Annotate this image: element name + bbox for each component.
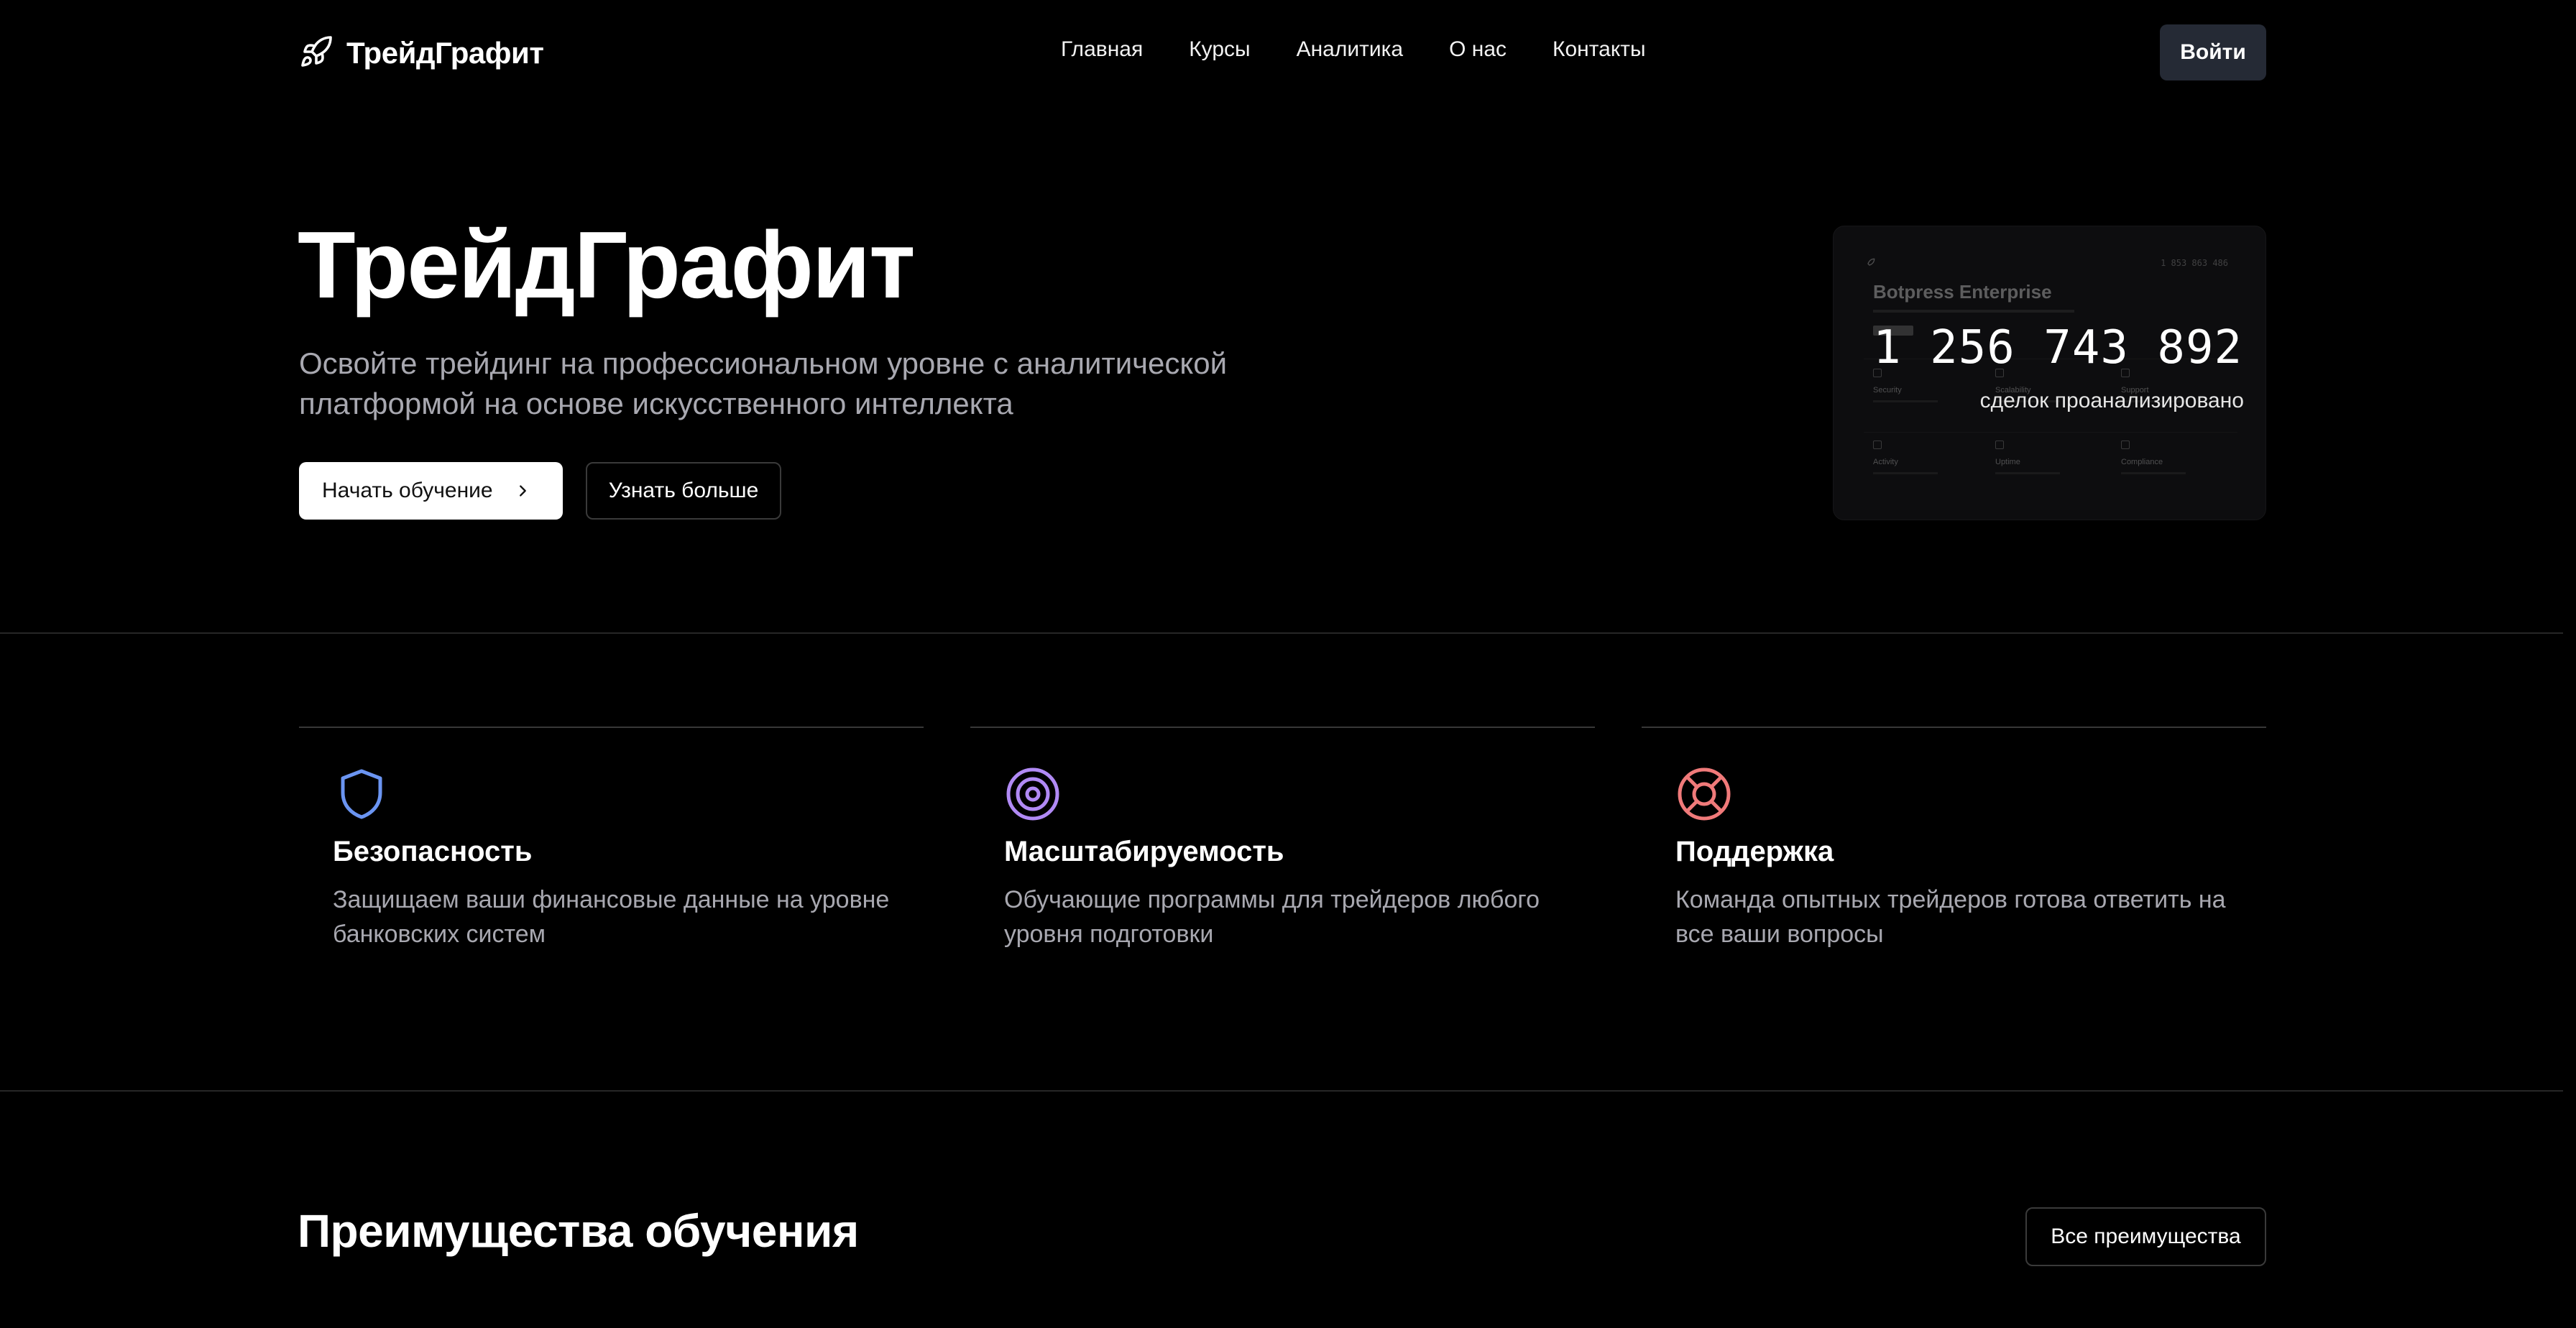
feature-text: Команда опытных трейдеров готова ответит…	[1675, 886, 2226, 948]
stats-card: Botpress Enterprise 1 853 863 486 Securi…	[1833, 226, 2266, 520]
lifebuoy-icon	[1678, 767, 1731, 821]
nav-item-contacts[interactable]: Контакты	[1552, 37, 1646, 62]
nav-item-analytics[interactable]: Аналитика	[1297, 37, 1404, 62]
top-nav: ТрейдГрафит Главная Курсы Аналитика О на…	[0, 0, 2576, 105]
section-divider	[0, 1090, 2563, 1092]
chevron-right-icon	[519, 485, 526, 497]
brand-logo[interactable]: ТрейдГрафит	[299, 33, 544, 73]
preview-cell: Compliance	[2121, 441, 2186, 474]
feature-scalability: Масштабируемость Обучающие программы для…	[970, 727, 1595, 951]
all-benefits-button[interactable]: Все преимущества	[2025, 1207, 2266, 1266]
hero-subtitle: Освойте трейдинг на профессиональном уро…	[299, 346, 1228, 420]
trades-counter-label: сделок проанализировано	[1979, 389, 2244, 412]
learn-more-button[interactable]: Узнать больше	[586, 462, 781, 520]
feature-title: Безопасность	[333, 836, 533, 867]
benefits-title: Преимущества обучения	[298, 1205, 859, 1257]
rocket-icon	[299, 34, 334, 73]
nav-item-home[interactable]: Главная	[1061, 37, 1143, 62]
preview-cell: Activity	[1873, 441, 1938, 474]
login-button[interactable]: Войти	[2160, 24, 2266, 80]
shield-icon	[341, 769, 382, 819]
main-menu: Главная Курсы Аналитика О нас Контакты	[1061, 37, 1646, 62]
target-icon	[1006, 767, 1059, 821]
preview-subtitle-line	[1873, 310, 2074, 313]
preview-cell: Uptime	[1995, 441, 2060, 474]
feature-title: Поддержка	[1675, 836, 1834, 867]
feature-title: Масштабируемость	[1004, 836, 1284, 867]
preview-divider	[1864, 432, 2237, 433]
preview-title: Botpress Enterprise	[1873, 281, 2052, 303]
preview-number: 1 853 863 486	[2161, 258, 2228, 268]
start-learning-button[interactable]: Начать обучение	[299, 462, 563, 520]
rocket-icon	[1867, 258, 1875, 266]
section-divider	[0, 632, 2563, 634]
feature-security: Безопасность Защищаем ваши финансовые да…	[299, 727, 924, 951]
start-learning-label: Начать обучение	[322, 479, 493, 502]
feature-text: Защищаем ваши финансовые данные на уровн…	[333, 886, 890, 948]
nav-item-about[interactable]: О нас	[1449, 37, 1506, 62]
feature-support: Поддержка Команда опытных трейдеров гото…	[1642, 727, 2266, 951]
brand-name: ТрейдГрафит	[346, 36, 544, 70]
trades-counter: 1 256 743 892	[1873, 321, 2242, 374]
hero-title: ТрейдГрафит	[298, 212, 916, 318]
feature-text: Обучающие программы для трейдеров любого…	[1004, 886, 1540, 948]
nav-item-courses[interactable]: Курсы	[1189, 37, 1250, 62]
